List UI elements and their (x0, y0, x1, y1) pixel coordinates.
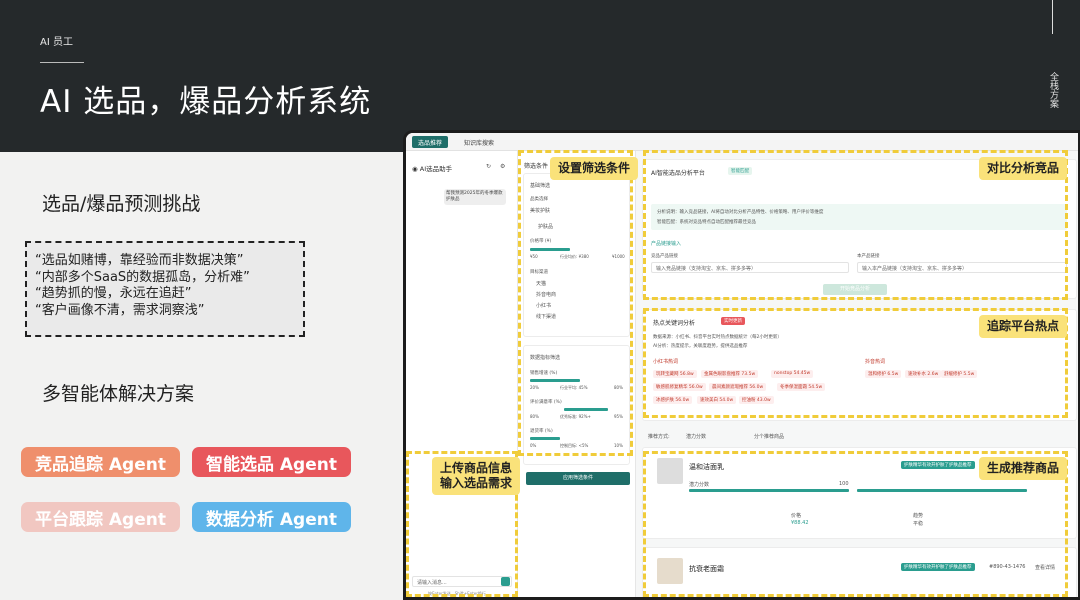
side-label: 全栈方案 (1048, 72, 1058, 108)
agent-platform: 平台跟踪 Agent (21, 502, 180, 532)
history-icon[interactable]: ↻ (486, 163, 491, 170)
agent-analysis: 数据分析 Agent (192, 502, 351, 532)
annotation-label: 对比分析竞品 (979, 157, 1068, 180)
divider (40, 62, 84, 63)
apply-filter-button[interactable]: 应用筛选条件 (526, 472, 630, 485)
annotation-label: 追踪平台热点 (979, 315, 1068, 338)
agent-competitor: 竞品追踪 Agent (21, 447, 180, 477)
chat-bubble: 帮我预测2025年的冬季爆款护肤品 (444, 189, 506, 205)
view-count: 分个推荐商品 (754, 434, 785, 440)
quote: “内部多个SaaS的数据孤岛，分析难” (35, 269, 250, 285)
tab-recommend[interactable]: 选品推荐 (412, 136, 449, 148)
header-tag: AI 员工 (40, 37, 73, 48)
settings-icon[interactable]: ⚙ (500, 163, 505, 170)
annotation-label: 生成推荐商品 (979, 457, 1068, 480)
annotation-box (518, 150, 633, 456)
page-title: AI 选品，爆品分析系统 (40, 84, 372, 120)
tab-bar: 选品推荐 知识库搜索 (406, 133, 1078, 151)
robot-icon: ◉ (412, 165, 418, 173)
tab-knowledge[interactable]: 知识库搜索 (458, 136, 500, 148)
quote: “选品如赌博，靠经验而非数据决策” (35, 253, 244, 268)
agent-selection: 智能选品 Agent (192, 447, 351, 477)
quotes-box: “选品如赌博，靠经验而非数据决策” “内部多个SaaS的数据孤岛，分析难” “趋… (25, 241, 305, 337)
chat-title: AI选品助手 (419, 165, 453, 173)
solution-title: 多智能体解决方案 (42, 383, 195, 405)
annotation-label: 设置筛选条件 (550, 157, 639, 180)
sort-label: 推荐方式: (648, 434, 670, 440)
divider (1052, 0, 1053, 34)
quote: “客户画像不清，需求洞察浅” (35, 302, 205, 318)
annotation-label: 上传商品信息 输入选品需求 (432, 457, 521, 495)
quote: “趋势抓的慢，永远在追赶” (35, 286, 192, 301)
sort-select[interactable]: 潜力分数 (686, 433, 706, 440)
challenge-title: 选品/爆品预测挑战 (42, 193, 201, 215)
